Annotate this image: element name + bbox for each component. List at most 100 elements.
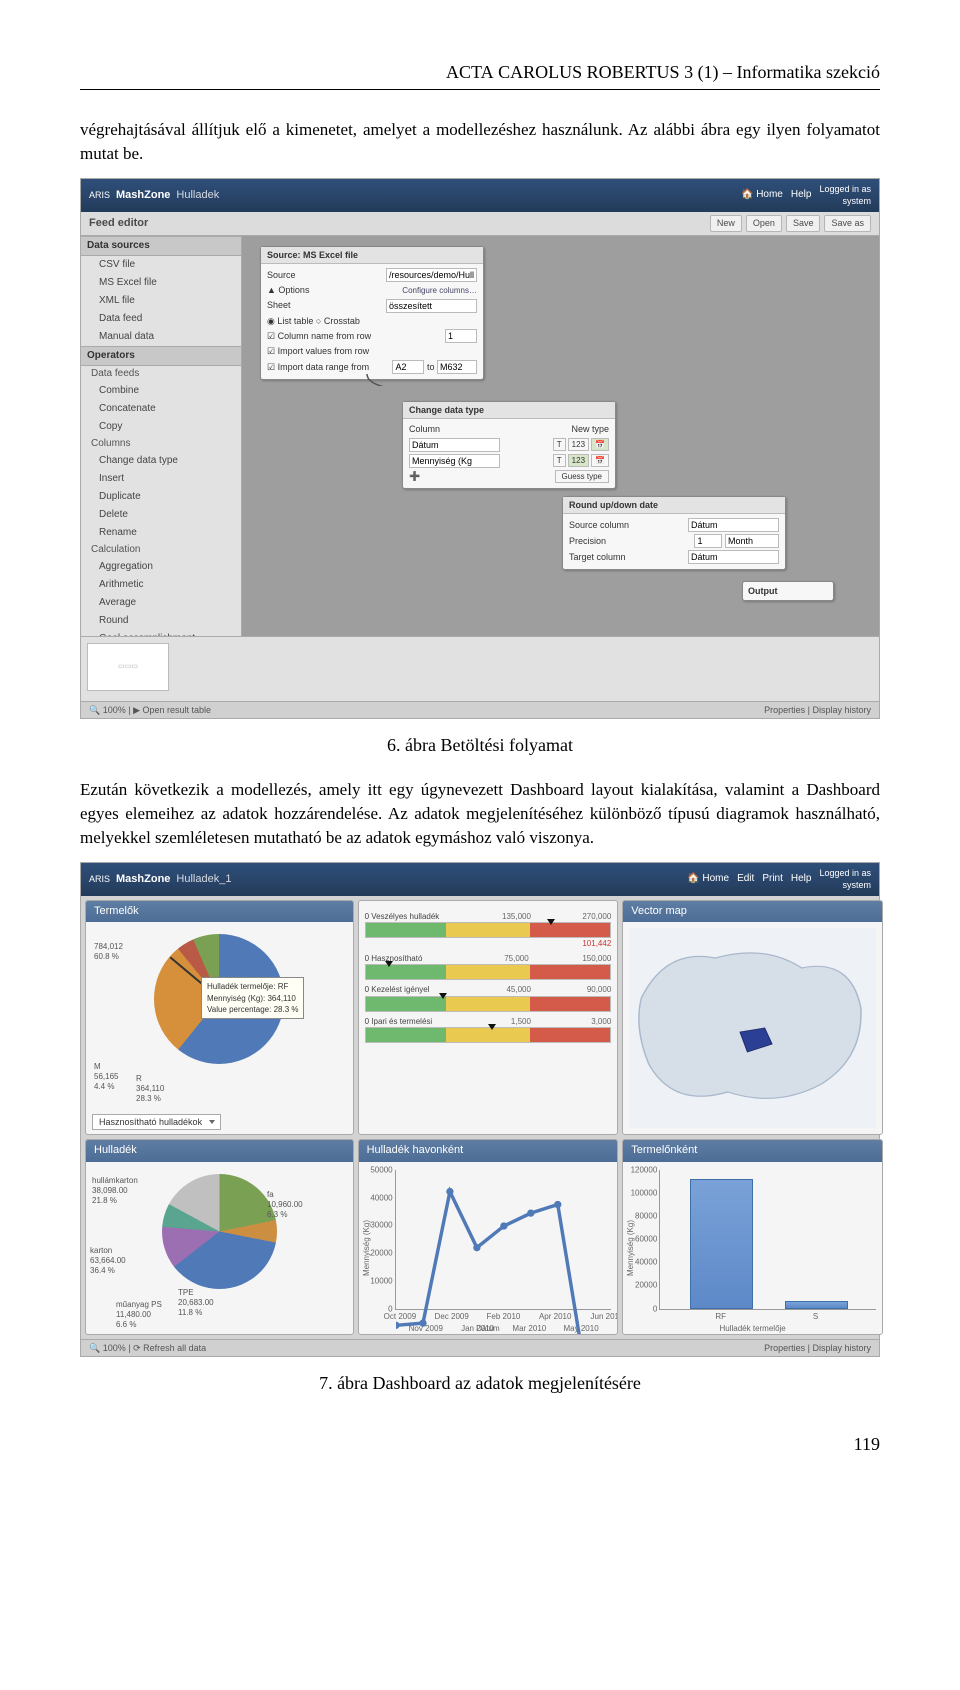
doc-name: Hulladek_1 <box>176 872 231 887</box>
configure-columns-link[interactable]: Configure columns… <box>402 285 477 296</box>
edit-link[interactable]: Edit <box>737 872 754 886</box>
panel-gauges: 0 Veszélyes hulladék 135,000 270,000 101… <box>358 900 619 1135</box>
sidebar-item[interactable]: Delete <box>81 506 241 524</box>
type-btn[interactable]: 123 <box>568 454 589 467</box>
panel-termelonkent: Termelőnként Mennyiség (Kg) 120000 10000… <box>622 1139 883 1334</box>
pie-chart[interactable] <box>162 1174 277 1289</box>
precision-input[interactable] <box>694 534 722 548</box>
new-button[interactable]: New <box>710 215 742 232</box>
dropdown-hasznosithato[interactable]: Hasznosítható hulladékok <box>92 1114 221 1131</box>
panel-title: Hulladék <box>86 1140 353 1161</box>
help-link[interactable]: Help <box>791 872 812 886</box>
guess-type-button[interactable]: Guess type <box>555 470 609 483</box>
panel-havonkent: Hulladék havonként Mennyiség (Kg) 50000 … <box>358 1139 619 1334</box>
source-path-input[interactable] <box>386 268 477 282</box>
history-link[interactable]: Display history <box>812 1343 871 1353</box>
tooltip: Hulladék termelője: RF Mennyiség (Kg): 3… <box>201 977 304 1019</box>
sidebar-item[interactable]: Goal accomplishment <box>81 630 241 636</box>
x-axis-label: Dátum <box>476 1323 500 1334</box>
x-axis-label: Hulladék termelője <box>719 1323 785 1334</box>
gauge[interactable] <box>365 964 612 980</box>
open-result-link[interactable]: Open result table <box>143 705 212 715</box>
refresh-link[interactable]: Refresh all data <box>143 1343 206 1353</box>
node-title: Round up/down date <box>563 497 785 515</box>
properties-link[interactable]: Properties <box>764 705 805 715</box>
src-col-input[interactable] <box>688 518 779 532</box>
sidebar-item[interactable]: Duplicate <box>81 488 241 506</box>
tgt-col-input[interactable] <box>688 550 779 564</box>
colnames-row-input[interactable] <box>445 329 477 343</box>
sidebar-item[interactable]: Arithmetic <box>81 576 241 594</box>
node-round-date[interactable]: Round up/down date Source column Precisi… <box>562 496 786 571</box>
col1-input[interactable] <box>409 438 500 452</box>
type-btn[interactable]: T <box>553 454 566 467</box>
sidebar-sub: Columns <box>81 436 241 452</box>
pie-label: R 364,110 28.3 % <box>136 1074 164 1104</box>
paragraph-2: Ezután következik a modellezés, amely it… <box>80 778 880 849</box>
sidebar-item[interactable]: Rename <box>81 524 241 542</box>
sidebar-item[interactable]: Copy <box>81 418 241 436</box>
sidebar-item[interactable]: Round <box>81 612 241 630</box>
print-link[interactable]: Print <box>762 872 783 886</box>
home-icon[interactable]: 🏠 Home <box>687 872 729 886</box>
pie-label: 784,012 60.8 % <box>94 942 123 962</box>
sidebar-item[interactable]: Average <box>81 594 241 612</box>
sidebar-item[interactable]: Combine <box>81 382 241 400</box>
gauge[interactable] <box>365 922 612 938</box>
type-btn[interactable]: 📅 <box>591 454 609 467</box>
type-btn[interactable]: 123 <box>568 438 589 451</box>
zoom-value[interactable]: 100% <box>103 1343 126 1353</box>
sidebar-item[interactable]: CSV file <box>81 256 241 274</box>
sidebar-item[interactable]: Manual data <box>81 328 241 346</box>
gauge-value: 101,442 <box>365 938 612 949</box>
save-as-button[interactable]: Save as <box>824 215 871 232</box>
brand-label: ARIS <box>89 189 110 202</box>
sidebar-item[interactable]: Insert <box>81 470 241 488</box>
sheet-input[interactable] <box>386 299 477 313</box>
home-icon[interactable]: 🏠 Home <box>741 188 783 202</box>
node-title: Change data type <box>403 402 615 420</box>
zoom-value[interactable]: 100% <box>103 705 126 715</box>
app-titlebar: ARIS MashZone Hulladek_1 🏠 Home Edit Pri… <box>81 863 879 896</box>
precision-unit[interactable] <box>725 534 779 548</box>
col2-input[interactable] <box>409 454 500 468</box>
bar-chart[interactable]: 120000 100000 80000 60000 40000 20000 0 … <box>659 1170 876 1310</box>
node-change-type[interactable]: Change data type ColumnNew type T123📅 T1… <box>402 401 616 489</box>
statusbar: 🔍 100% | ⟳ Refresh all data Properties |… <box>81 1339 879 1357</box>
open-button[interactable]: Open <box>746 215 782 232</box>
save-button[interactable]: Save <box>786 215 821 232</box>
sidebar-item[interactable]: Concatenate <box>81 400 241 418</box>
login-status: Logged in as system <box>819 183 871 208</box>
range-b-input[interactable] <box>437 360 477 374</box>
gauge[interactable] <box>365 996 612 1012</box>
line-chart[interactable]: 50000 40000 30000 20000 10000 0 Oct 2009… <box>395 1170 612 1310</box>
statusbar: 🔍 100% | ▶ Open result table Properties … <box>81 701 879 719</box>
sidebar-item[interactable]: Change data type <box>81 452 241 470</box>
node-output[interactable]: Output <box>742 581 834 602</box>
gauge[interactable] <box>365 1027 612 1043</box>
range-a-input[interactable] <box>392 360 424 374</box>
radio-list-table[interactable]: List table <box>277 316 313 326</box>
sidebar: Data sources CSV file MS Excel file XML … <box>81 236 242 636</box>
type-btn[interactable]: T <box>553 438 566 451</box>
history-link[interactable]: Display history <box>812 705 871 715</box>
sidebar-head-datasources: Data sources <box>81 236 241 256</box>
type-btn[interactable]: 📅 <box>591 438 609 451</box>
flow-canvas[interactable]: Source: MS Excel file Source ▲ OptionsCo… <box>242 236 879 636</box>
sidebar-item[interactable]: Aggregation <box>81 558 241 576</box>
help-link[interactable]: Help <box>791 188 812 202</box>
sidebar-item[interactable]: Data feed <box>81 310 241 328</box>
sidebar-item[interactable]: MS Excel file <box>81 274 241 292</box>
page-number: 119 <box>80 1432 880 1457</box>
sidebar-head-operators: Operators <box>81 346 241 366</box>
node-source[interactable]: Source: MS Excel file Source ▲ OptionsCo… <box>260 246 484 380</box>
app-name: MashZone <box>116 872 170 887</box>
sidebar-sub: Calculation <box>81 542 241 558</box>
sidebar-item[interactable]: XML file <box>81 292 241 310</box>
properties-link[interactable]: Properties <box>764 1343 805 1353</box>
radio-crosstab[interactable]: Crosstab <box>324 316 360 326</box>
europe-map[interactable] <box>629 928 876 1128</box>
app-titlebar: ARIS MashZone Hulladek 🏠 Home Help Logge… <box>81 179 879 212</box>
minimap[interactable]: ▭▭▭ <box>87 643 169 691</box>
pie-label: hullámkarton 38,098.00 21.8 % <box>92 1176 138 1206</box>
